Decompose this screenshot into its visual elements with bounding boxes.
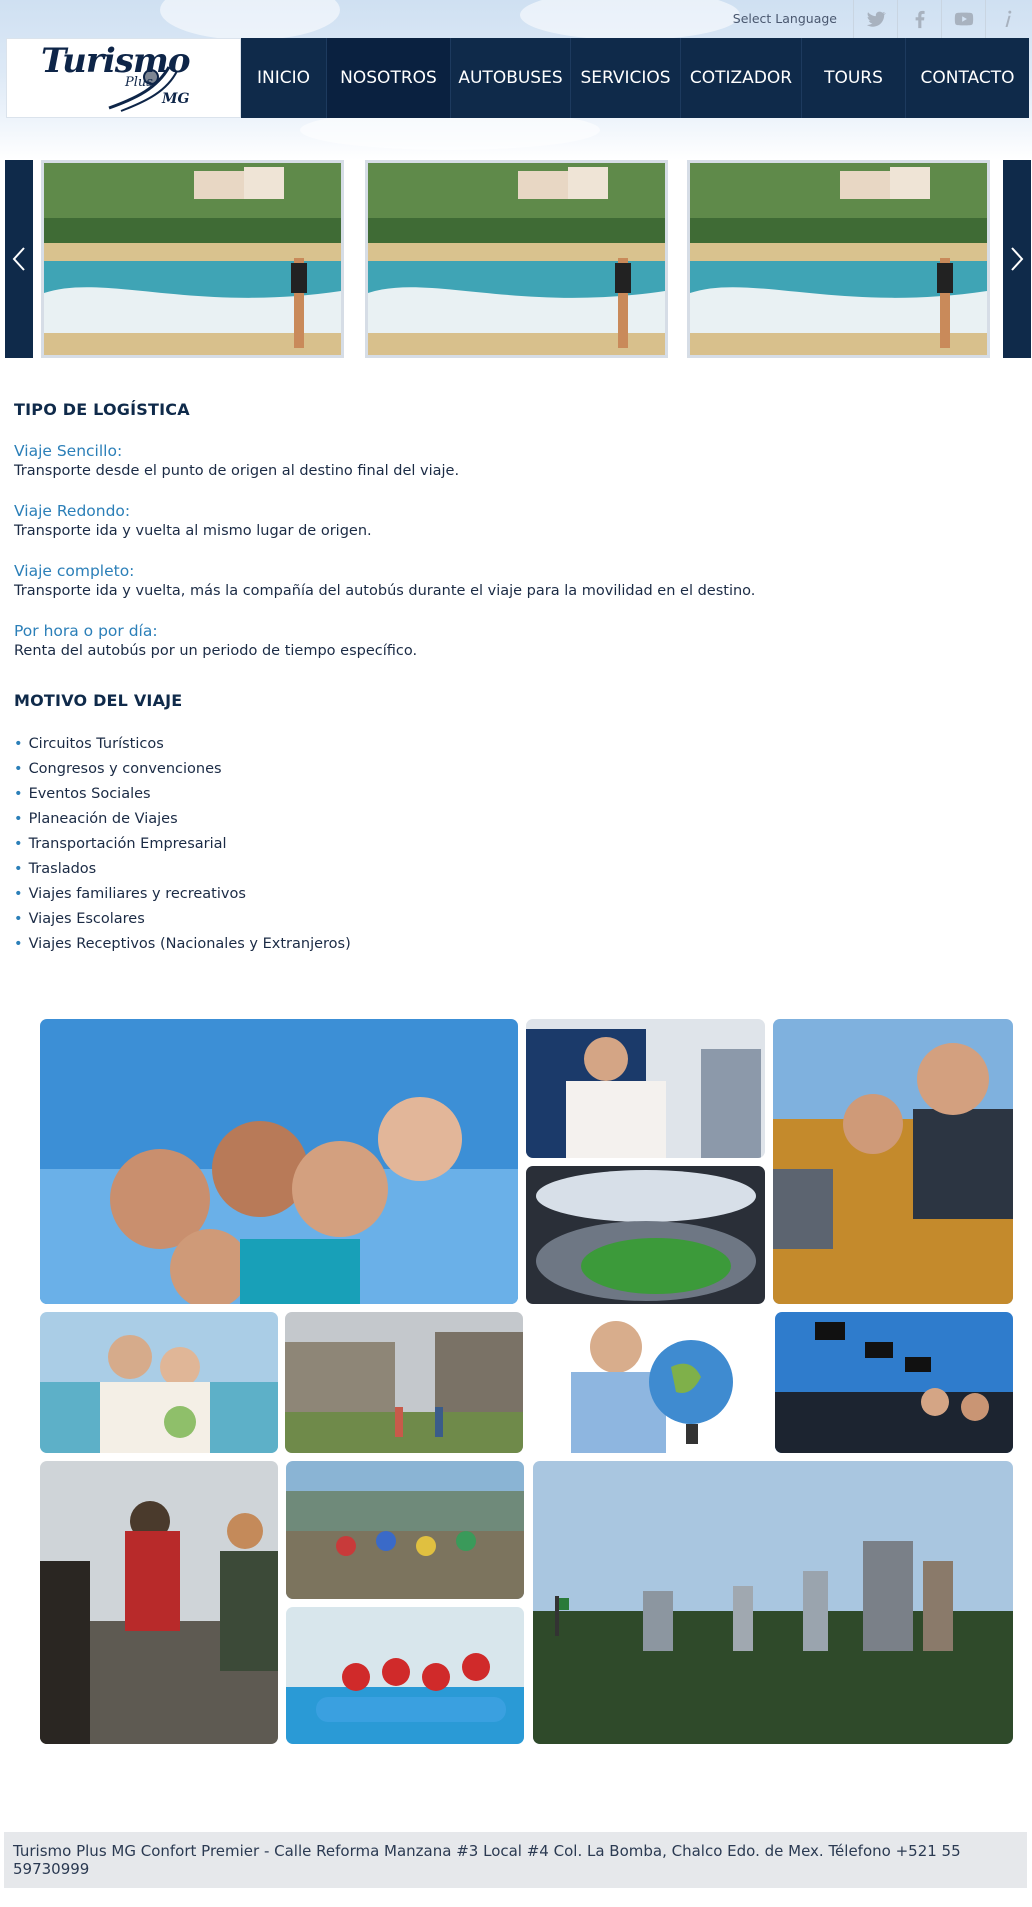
logistica-item: Viaje completo: Transporte ida y vuelta,… xyxy=(14,561,1014,601)
list-item-label: Viajes Receptivos (Nacionales y Extranje… xyxy=(28,936,351,952)
bullet-icon: • xyxy=(14,736,23,752)
list-item-label: Eventos Sociales xyxy=(28,786,151,802)
list-item: • Traslados xyxy=(14,857,1014,882)
image-carousel xyxy=(0,160,1032,358)
carousel-prev-button[interactable] xyxy=(5,160,33,358)
nav-item-inicio[interactable]: INICIO xyxy=(241,38,327,118)
logistica-term: Viaje Redondo: xyxy=(14,502,131,520)
photo-businessman xyxy=(526,1019,765,1158)
photo-group-lake xyxy=(286,1461,524,1599)
carousel-slide[interactable] xyxy=(365,160,668,358)
list-item: • Viajes familiares y recreativos xyxy=(14,882,1014,907)
main-content: TIPO DE LOGÍSTICA Viaje Sencillo: Transp… xyxy=(14,400,1014,957)
nav-item-cotizador[interactable]: COTIZADOR xyxy=(681,38,802,118)
photo-mosaic xyxy=(40,1019,1014,1744)
list-item-label: Congresos y convenciones xyxy=(28,761,222,777)
site-logo[interactable]: Turismo Plus MG xyxy=(6,38,241,118)
list-item-label: Viajes familiares y recreativos xyxy=(28,886,246,902)
bullet-icon: • xyxy=(14,911,23,927)
list-item-label: Traslados xyxy=(28,861,97,877)
chevron-right-icon xyxy=(1011,247,1024,271)
nav-item-autobuses[interactable]: AUTOBUSES xyxy=(451,38,571,118)
photo-school-bus xyxy=(773,1019,1013,1304)
carousel-next-button[interactable] xyxy=(1003,160,1031,358)
list-item-label: Circuitos Turísticos xyxy=(28,736,164,752)
list-item: • Planeación de Viajes xyxy=(14,807,1014,832)
logistica-item: Por hora o por día: Renta del autobús po… xyxy=(14,621,1014,661)
youtube-icon[interactable] xyxy=(941,0,985,38)
photo-ruins xyxy=(285,1312,523,1453)
nav-item-servicios[interactable]: SERVICIOS xyxy=(571,38,681,118)
footer-text: Turismo Plus MG Confort Premier - Calle … xyxy=(13,1842,961,1878)
logistica-list: Viaje Sencillo: Transporte desde el punt… xyxy=(14,441,1014,661)
facebook-icon[interactable] xyxy=(897,0,941,38)
logistica-term: Viaje Sencillo: xyxy=(14,442,123,460)
photo-graduation xyxy=(775,1312,1013,1453)
nav-item-tours[interactable]: TOURS xyxy=(802,38,906,118)
chevron-left-icon xyxy=(12,247,25,271)
logistica-desc: Transporte ida y vuelta al mismo lugar d… xyxy=(14,523,372,539)
nav-item-nosotros[interactable]: NOSOTROS xyxy=(327,38,451,118)
photo-hikers xyxy=(40,1461,278,1744)
photo-city-skyline xyxy=(533,1461,1013,1744)
bullet-icon: • xyxy=(14,936,23,952)
list-item-label: Planeación de Viajes xyxy=(28,811,178,827)
motivo-list: • Circuitos Turísticos • Congresos y conve… xyxy=(14,732,1014,957)
list-item: • Transportación Empresarial xyxy=(14,832,1014,857)
bullet-icon: • xyxy=(14,811,23,827)
motivo-title: MOTIVO DEL VIAJE xyxy=(14,691,183,710)
photo-wedding xyxy=(40,1312,278,1453)
logistica-desc: Transporte desde el punto de origen al d… xyxy=(14,463,460,479)
carousel-slide[interactable] xyxy=(41,160,344,358)
logistica-desc: Transporte ida y vuelta, más la compañía… xyxy=(14,583,756,599)
photo-family xyxy=(40,1019,518,1304)
list-item: • Viajes Escolares xyxy=(14,907,1014,932)
footer: Turismo Plus MG Confort Premier - Calle … xyxy=(4,1832,1027,1888)
nav-item-contacto[interactable]: CONTACTO xyxy=(906,38,1029,118)
logo-mg: MG xyxy=(162,91,190,107)
list-item: • Congresos y convenciones xyxy=(14,757,1014,782)
bullet-icon: • xyxy=(14,786,23,802)
logo-subtext: Plus xyxy=(125,75,153,90)
bullet-icon: • xyxy=(14,836,23,852)
logistica-term: Por hora o por día: xyxy=(14,622,158,640)
logistica-item: Viaje Sencillo: Transporte desde el punt… xyxy=(14,441,1014,481)
twitter-icon[interactable] xyxy=(853,0,897,38)
main-nav: INICIO NOSOTROS AUTOBUSES SERVICIOS COTI… xyxy=(241,38,1029,118)
bullet-icon: • xyxy=(14,886,23,902)
photo-man-globe xyxy=(531,1312,769,1453)
list-item-label: Viajes Escolares xyxy=(28,911,145,927)
photo-rafting xyxy=(286,1607,524,1744)
bullet-icon: • xyxy=(14,761,23,777)
logo-text: Turismo xyxy=(41,41,191,81)
logistica-item: Viaje Redondo: Transporte ida y vuelta a… xyxy=(14,501,1014,541)
bullet-icon: • xyxy=(14,861,23,877)
info-icon[interactable] xyxy=(985,0,1029,38)
list-item: • Circuitos Turísticos xyxy=(14,732,1014,757)
logistica-title: TIPO DE LOGÍSTICA xyxy=(14,400,190,419)
photo-stadium xyxy=(526,1166,765,1304)
select-language[interactable]: Select Language xyxy=(717,0,853,38)
top-bar: Select Language xyxy=(717,0,1029,38)
logistica-desc: Renta del autobús por un periodo de tiem… xyxy=(14,643,418,659)
list-item: • Eventos Sociales xyxy=(14,782,1014,807)
carousel-slide[interactable] xyxy=(687,160,990,358)
list-item: • Viajes Receptivos (Nacionales y Extranj… xyxy=(14,932,1014,957)
list-item-label: Transportación Empresarial xyxy=(28,836,227,852)
logistica-term: Viaje completo: xyxy=(14,562,135,580)
